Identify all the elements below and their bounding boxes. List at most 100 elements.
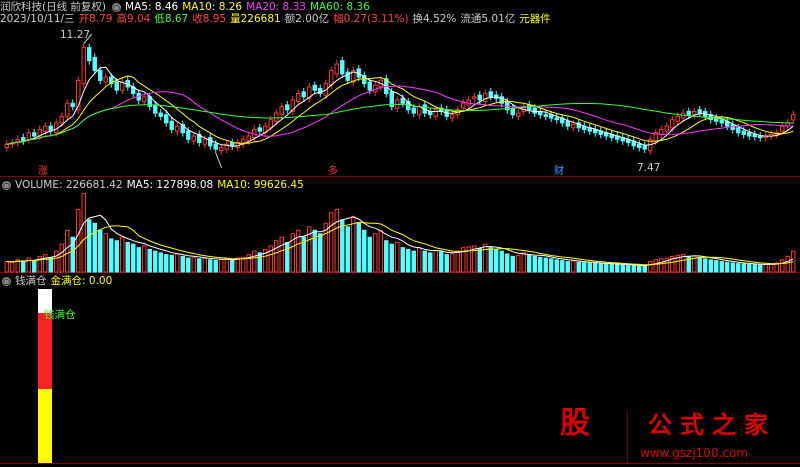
- watermark-brand: 公式之家: [648, 410, 776, 439]
- volume-bar: [114, 240, 119, 273]
- stock-chart-screen: 润欣科技(日线 前复权) ○ MA5: 8.46 MA10: 8.26 MA20: 8.…: [0, 0, 800, 467]
- volume-bar: [477, 247, 482, 273]
- indicator-bar-yellow: [38, 389, 52, 463]
- volume-bar: [725, 261, 730, 273]
- volume-bar: [719, 261, 724, 273]
- candle-body: [98, 70, 103, 81]
- volume-bar: [554, 259, 559, 273]
- low-pointer: [215, 152, 223, 169]
- volume-bar: [428, 252, 433, 273]
- candle-body: [208, 137, 213, 147]
- volume-bar: [43, 254, 48, 273]
- volume-bar: [785, 255, 790, 273]
- candle-body: [477, 94, 482, 101]
- volume-bar: [758, 264, 763, 273]
- volume-settings-icon[interactable]: ○: [2, 180, 11, 190]
- volume-bar: [378, 229, 383, 273]
- candle-body: [153, 104, 158, 114]
- volume-bar: [362, 229, 367, 273]
- candle-body: [719, 119, 724, 124]
- volume-bar: [565, 261, 570, 273]
- volume-bar: [571, 260, 576, 273]
- volume-bar: [373, 233, 378, 273]
- volume-bar: [620, 264, 625, 273]
- volume-bar: [521, 252, 526, 273]
- volume-bar: [763, 263, 768, 273]
- indicator-bar-red: [38, 313, 52, 389]
- volume-bar: [560, 260, 565, 273]
- quote-item-0: 2023/10/11/三: [0, 13, 75, 25]
- candle-body: [637, 143, 642, 148]
- candle-body: [791, 114, 796, 121]
- quote-item-7: 幅0.27(3.11%): [333, 13, 409, 25]
- candle-body: [142, 96, 147, 103]
- candle-body: [213, 143, 218, 150]
- volume-bar: [736, 263, 741, 273]
- volume-bar: [417, 247, 422, 273]
- candle-body: [472, 96, 477, 99]
- volume-bar: [499, 250, 504, 273]
- volume-bar: [384, 240, 389, 273]
- candle-body: [670, 119, 675, 129]
- volume-bar: [730, 262, 735, 273]
- candle-body: [164, 114, 169, 124]
- volume-bar: [318, 233, 323, 273]
- candle-body: [532, 107, 537, 114]
- candle-body: [664, 125, 669, 132]
- volume-bar: [422, 250, 427, 273]
- volume-bar: [59, 243, 64, 273]
- volume-bar: [10, 261, 15, 273]
- candle-body: [411, 107, 416, 114]
- candle-body: [340, 60, 345, 75]
- volume-bar: [274, 240, 279, 273]
- candle-body: [488, 91, 493, 98]
- volume-bar: [549, 258, 554, 273]
- volume-bar: [208, 259, 213, 273]
- candle-body: [246, 135, 251, 142]
- volume-bar: [285, 241, 290, 273]
- candle-body: [301, 91, 306, 98]
- candle-body: [510, 107, 515, 116]
- volume-bar: [180, 255, 185, 273]
- volume-bar: [576, 261, 581, 273]
- volume-bar: [120, 236, 125, 273]
- volume-bar: [494, 248, 499, 273]
- volume-bar: [175, 253, 180, 273]
- volume-bar: [131, 243, 136, 273]
- settings-circle-icon[interactable]: ○: [112, 2, 122, 12]
- indicator-settings-icon[interactable]: ○: [2, 276, 11, 286]
- volume-bar: [125, 241, 130, 273]
- volume-bar: [312, 229, 317, 273]
- candle-body: [32, 132, 37, 137]
- volume-bar: [147, 248, 152, 273]
- candle-body: [202, 138, 207, 145]
- volume-bar: [455, 250, 460, 273]
- candle-body: [747, 132, 752, 137]
- volume-bar: [741, 263, 746, 273]
- volume-bar: [340, 219, 345, 273]
- volume-legend-item-1: MA5: 127898.08: [126, 179, 214, 191]
- volume-bar: [615, 264, 620, 273]
- candle-body: [186, 130, 191, 140]
- volume-bar: [219, 258, 224, 273]
- low-price-label: 7.47: [637, 162, 661, 174]
- candle-body: [686, 110, 691, 116]
- candle-body: [70, 102, 75, 108]
- candle-body: [433, 109, 438, 117]
- candle-body: [543, 114, 548, 117]
- candle-body: [516, 112, 521, 117]
- candle-body: [26, 132, 31, 140]
- chart-canvas[interactable]: [0, 0, 800, 467]
- candle-body: [642, 145, 647, 150]
- volume-bar: [626, 264, 631, 273]
- volume-bar: [224, 258, 229, 273]
- candle-body: [175, 125, 180, 132]
- quote-header: 2023/10/11/三 开8.79 高9.04 低8.67 收8.95 量226681 额…: [0, 12, 555, 26]
- volume-bar: [587, 262, 592, 273]
- candle-body: [285, 104, 290, 111]
- volume-bar: [191, 256, 196, 273]
- candle-body: [230, 142, 235, 147]
- volume-bar: [32, 260, 37, 273]
- watermark-url: www.gszj100.com: [640, 446, 749, 460]
- volume-bar: [87, 219, 92, 273]
